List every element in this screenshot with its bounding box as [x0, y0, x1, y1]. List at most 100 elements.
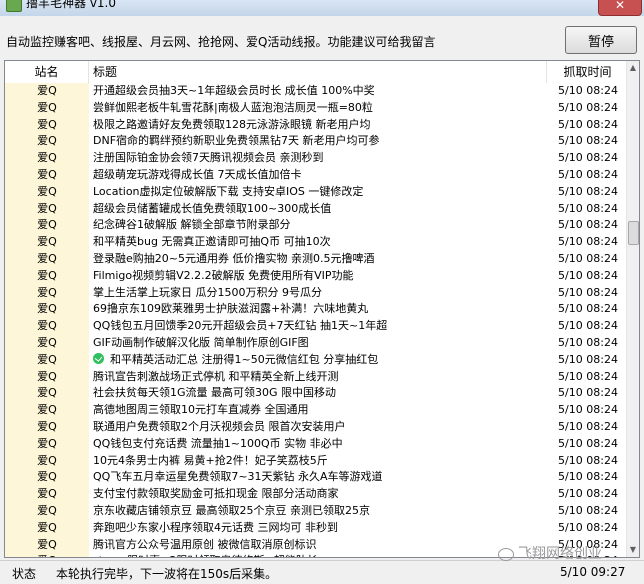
- table-row[interactable]: 爱Q 和平精英活动汇总 注册得1~50元微信红包 分享抽红包 5/10 08:24: [5, 351, 629, 369]
- row-time: 5/10 08:24: [558, 84, 618, 97]
- list-body: 爱Q 开通超级会员抽3天~1年超级会员时长 成长值 100%中奖 5/10 08:2…: [5, 83, 629, 557]
- pause-button[interactable]: 暂停: [565, 26, 637, 54]
- scroll-up-arrow-icon[interactable]: ▲: [627, 61, 639, 75]
- row-title-text: 和平精英活动汇总 注册得1~50元微信红包 分享抽红包: [110, 352, 379, 366]
- column-header-site[interactable]: 站名: [5, 61, 89, 83]
- row-time: 5/10 08:24: [558, 419, 618, 433]
- row-site: 爱Q: [5, 385, 89, 403]
- table-row[interactable]: 爱Q 10元4条男士内裤 易黄+抢2件！妃子笑荔枝5斤 5/10 08:24: [5, 452, 629, 470]
- row-time: 5/10 08:24: [558, 503, 618, 517]
- table-row[interactable]: 爱Q 超级萌宠玩游戏得成长值 7天成长值加倍卡 5/10 08:24: [5, 166, 629, 184]
- row-site: 爱Q: [5, 452, 89, 470]
- row-site: 爱Q: [5, 200, 89, 218]
- row-title-text: 腾讯官方公众号温用原创 被微信取消原创标识: [93, 537, 317, 551]
- row-time: 5/10 08:24: [558, 117, 618, 131]
- status-label: 状态: [12, 567, 37, 581]
- row-title: 腾讯官方公众号温用原创 被微信取消原创标识: [93, 537, 543, 554]
- row-title: 10元4条男士内裤 易黄+抢2件！妃子笑荔枝5斤: [93, 453, 543, 470]
- scrollbar-thumb[interactable]: [628, 221, 639, 245]
- row-title-text: 腾讯宣告刺激战场正式停机 和平精英全新上线开测: [93, 369, 339, 383]
- row-title: steam限时喜+2限时领取奥德修斯+超能队长: [93, 553, 543, 557]
- row-title-text: 掌上生活掌上玩家日 瓜分1500万积分 9号瓜分: [93, 285, 322, 299]
- row-title: 联通用户免费领取2个月沃视频会员 限首次安装用户: [93, 419, 543, 436]
- row-time: 5/10 08:24: [558, 386, 618, 400]
- results-listview[interactable]: 站名 标题 抓取时间 爱Q 开通超级会员抽3天~1年超级会员时长 成长值 100%…: [4, 60, 640, 558]
- table-row[interactable]: 爱Q DNF宿命的羁绊预约新职业免费领黑钻7天 新老用户均可参 5/10 08:24: [5, 133, 629, 151]
- row-site: 爱Q: [5, 166, 89, 184]
- row-title: 69撸京东109欧莱雅男士护肤滋润露+补满！六味地黄丸: [93, 301, 543, 318]
- row-title-text: DNF宿命的羁绊预约新职业免费领黑钻7天 新老用户均可参: [93, 134, 380, 148]
- column-header-title[interactable]: 标题: [89, 61, 547, 83]
- row-title: Location虚拟定位破解版下载 支持安卓IOS 一键修改定: [93, 184, 543, 201]
- row-title-text: 联通用户免费领取2个月沃视频会员 限首次安装用户: [93, 419, 346, 433]
- table-row[interactable]: 爱Q 注册国际铂金协会领7天腾讯视频会员 亲测秒到 5/10 08:24: [5, 150, 629, 167]
- table-row[interactable]: 爱Q 和平精英bug 无需真正邀请即可抽Q币 可抽10次 5/10 08:24: [5, 234, 629, 251]
- row-site: 爱Q: [5, 133, 89, 151]
- row-time: 5/10 08:24: [558, 436, 618, 450]
- row-title-text: QQ钱包支付充话费 流量抽1~100Q币 实物 非必中: [93, 436, 343, 450]
- vertical-scrollbar[interactable]: ▲ ▼: [626, 61, 639, 557]
- monitor-status-text: 自动监控赚客吧、线报屋、月云网、抢抢网、爱Q活动线报。功能建议可给我留言: [6, 35, 436, 49]
- table-row[interactable]: 爱Q 尝鲜伽熙老板牛轧雪花酥|南极人蓝泡泡洁厕灵一瓶=80粒 5/10 08:24: [5, 99, 629, 117]
- scroll-down-arrow-icon[interactable]: ▼: [627, 543, 639, 557]
- app-icon: [6, 0, 22, 12]
- row-time: 5/10 08:24: [558, 235, 618, 249]
- row-title-text: 社会扶贫每天领1G流量 最高可领30G 限中国移动: [93, 386, 337, 400]
- row-site: 爱Q: [5, 435, 89, 453]
- table-row[interactable]: 爱Q 69撸京东109欧莱雅男士护肤滋润露+补满！六味地黄丸 5/10 08:24: [5, 301, 629, 319]
- table-row[interactable]: 爱Q 奔跑吧少东家小程序领取4元话费 三网均可 非秒到 5/10 08:24: [5, 519, 629, 537]
- row-title-text: 纪念碑谷1破解版 解锁全部章节附录部分: [93, 218, 291, 232]
- row-title-text: QQ钱包五月回馈季20元开超级会员+7天红钻 抽1天~1年超: [93, 319, 388, 333]
- row-title-text: 登录融e购抽20~5元通用券 低价撸实物 亲测0.5元撸啤酒: [93, 251, 375, 265]
- table-row[interactable]: 爱Q 京东收藏店铺领京豆 最高领取25个京豆 亲测已领取25京 5/10 08:24: [5, 502, 629, 520]
- row-title-text: 极限之路邀请好友免费领取128元泳游泳眼镜 新老用户均: [93, 117, 371, 131]
- table-row[interactable]: 爱Q QQ钱包五月回馈季20元开超级会员+7天红钻 抽1天~1年超 5/10 08:…: [5, 318, 629, 335]
- row-title: QQ飞车五月幸运星免费领取7~31天紫钻 永久A车等游戏道: [93, 469, 543, 486]
- toolbar: 自动监控赚客吧、线报屋、月云网、抢抢网、爱Q活动线报。功能建议可给我留言 暂停: [0, 16, 644, 60]
- column-header-time[interactable]: 抓取时间: [547, 61, 629, 83]
- table-row[interactable]: 爱Q 联通用户免费领取2个月沃视频会员 限首次安装用户 5/10 08:24: [5, 418, 629, 436]
- wechat-icon: [93, 353, 104, 365]
- table-row[interactable]: 爱Q 腾讯宣告刺激战场正式停机 和平精英全新上线开测 5/10 08:24: [5, 368, 629, 386]
- row-time: 5/10 08:24: [558, 251, 618, 265]
- table-row[interactable]: 爱Q Location虚拟定位破解版下载 支持安卓IOS 一键修改定 5/10 08…: [5, 183, 629, 201]
- row-site: 爱Q: [5, 351, 89, 369]
- wechat-logo-icon: [498, 547, 514, 561]
- row-site: 爱Q: [5, 402, 89, 419]
- table-row[interactable]: 爱Q 纪念碑谷1破解版 解锁全部章节附录部分 5/10 08:24: [5, 217, 629, 235]
- row-title: 京东收藏店铺领京豆 最高领取25个京豆 亲测已领取25京: [93, 503, 543, 520]
- row-site: 爱Q: [5, 284, 89, 302]
- row-site: 爱Q: [5, 469, 89, 487]
- close-button[interactable]: ✕: [598, 0, 642, 16]
- table-row[interactable]: 爱Q 极限之路邀请好友免费领取128元泳游泳眼镜 新老用户均 5/10 08:24: [5, 116, 629, 134]
- row-title: GIF动画制作破解汉化版 简单制作原创GIF图: [93, 335, 543, 352]
- table-row[interactable]: 爱Q 开通超级会员抽3天~1年超级会员时长 成长值 100%中奖 5/10 08:2…: [5, 83, 629, 100]
- table-row[interactable]: 爱Q Filmigo视频剪辑V2.2.2破解版 免费使用所有VIP功能 5/10 0…: [5, 267, 629, 285]
- table-row[interactable]: 爱Q 高德地图周三领取10元打车直减券 全国通用 5/10 08:24: [5, 402, 629, 419]
- row-time: 5/10 08:24: [558, 184, 618, 198]
- list-header: 站名 标题 抓取时间: [5, 61, 629, 84]
- row-title-text: 支付宝付款领取奖励金可抵扣现金 限部分活动商家: [93, 487, 339, 501]
- table-row[interactable]: 爱Q 登录融e购抽20~5元通用券 低价撸实物 亲测0.5元撸啤酒 5/10 08:…: [5, 250, 629, 268]
- row-site: 爱Q: [5, 553, 89, 557]
- row-title-text: QQ飞车五月幸运星免费领取7~31天紫钻 永久A车等游戏道: [93, 470, 383, 484]
- table-row[interactable]: 爱Q QQ钱包支付充话费 流量抽1~100Q币 实物 非必中 5/10 08:24: [5, 435, 629, 453]
- table-row[interactable]: 爱Q QQ飞车五月幸运星免费领取7~31天紫钻 永久A车等游戏道 5/10 08:2…: [5, 469, 629, 487]
- table-row[interactable]: 爱Q 支付宝付款领取奖励金可抵扣现金 限部分活动商家 5/10 08:24: [5, 486, 629, 503]
- row-time: 5/10 08:24: [558, 403, 618, 417]
- row-title: 极限之路邀请好友免费领取128元泳游泳眼镜 新老用户均: [93, 117, 543, 134]
- table-row[interactable]: 爱Q 掌上生活掌上玩家日 瓜分1500万积分 9号瓜分 5/10 08:24: [5, 284, 629, 302]
- row-time: 5/10 08:24: [558, 302, 618, 316]
- row-time: 5/10 08:24: [558, 470, 618, 484]
- row-title-text: 京东收藏店铺领京豆 最高领取25个京豆 亲测已领取25京: [93, 503, 370, 517]
- table-row[interactable]: 爱Q GIF动画制作破解汉化版 简单制作原创GIF图 5/10 08:24: [5, 334, 629, 352]
- row-site: 爱Q: [5, 234, 89, 251]
- row-title-text: 超级会员储蓄罐成长值免费领取100~300成长值: [93, 201, 332, 215]
- row-site: 爱Q: [5, 217, 89, 235]
- table-row[interactable]: 爱Q 超级会员储蓄罐成长值免费领取100~300成长值 5/10 08:24: [5, 200, 629, 218]
- watermark: 飞翔网络创业: [498, 543, 602, 563]
- row-title: 腾讯宣告刺激战场正式停机 和平精英全新上线开测: [93, 369, 543, 386]
- table-row[interactable]: 爱Q 社会扶贫每天领1G流量 最高可领30G 限中国移动 5/10 08:24: [5, 385, 629, 403]
- row-time: 5/10 08:24: [558, 218, 618, 232]
- row-title: 社会扶贫每天领1G流量 最高可领30G 限中国移动: [93, 385, 543, 402]
